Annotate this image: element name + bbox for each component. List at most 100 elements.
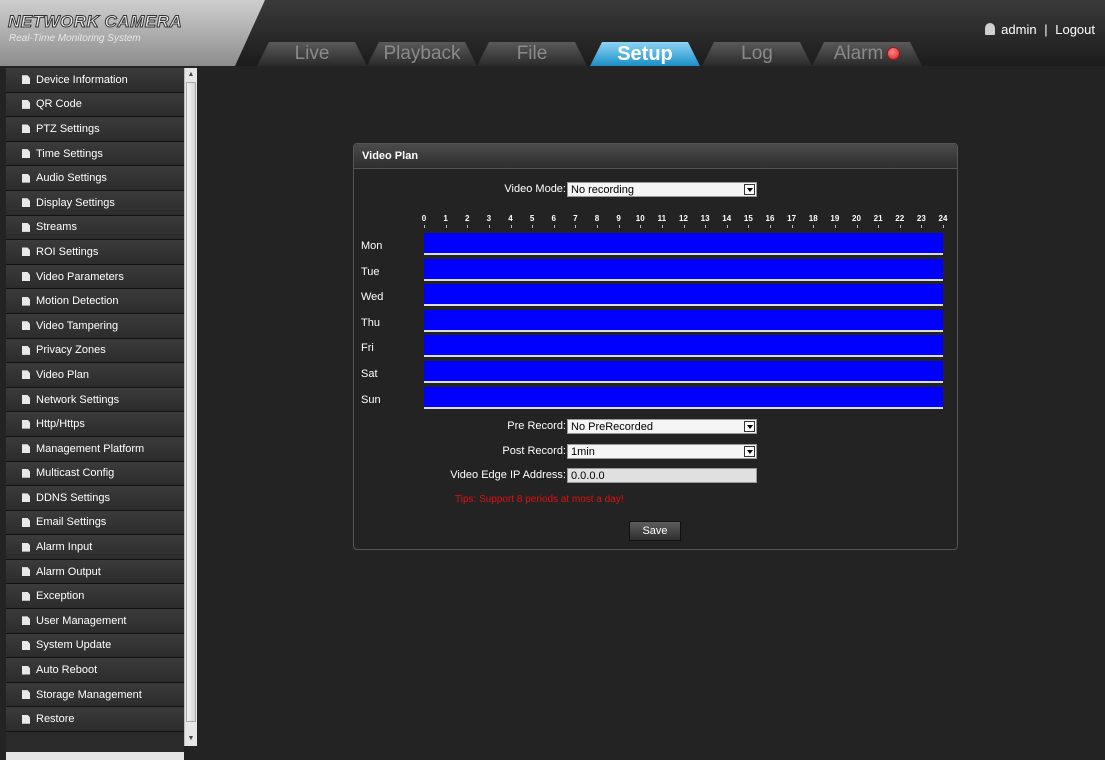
sidebar-item-ptz-settings[interactable]: PTZ Settings	[6, 117, 184, 142]
sidebar-item-qr-code[interactable]: QR Code	[6, 92, 184, 118]
schedule-bar-sun[interactable]	[424, 386, 943, 409]
hour-label: 18	[808, 214, 818, 223]
pre-record-label: Pre Record:	[507, 420, 566, 432]
edge-ip-row: Video Edge IP Address:	[354, 468, 959, 484]
schedule-grid[interactable]: Mon Tue Wed Thu Fri Sat Sun	[354, 232, 959, 409]
hour-tick	[705, 225, 707, 228]
hour-tick	[770, 225, 771, 228]
sidebar-horizontal-scrollbar[interactable]	[6, 752, 184, 760]
hour-tick	[661, 225, 663, 228]
hour-label: 24	[938, 214, 948, 223]
hour-label: 11	[657, 214, 667, 223]
panel-title: Video Plan	[354, 144, 957, 169]
hour-label: 4	[508, 214, 513, 223]
sidebar-item-management-platform[interactable]: Management Platform	[6, 436, 184, 462]
day-label-mon: Mon	[361, 240, 383, 252]
sidebar-item-device-information[interactable]: Device Information	[6, 68, 184, 93]
hour-tick	[597, 225, 598, 228]
logo-title: NETWORK CAMERA	[7, 12, 183, 32]
pre-record-select[interactable]: No PreRecorded	[567, 419, 757, 434]
pre-record-row: Pre Record: No PreRecorded	[354, 419, 959, 435]
chevron-down-icon[interactable]	[744, 421, 755, 432]
sidebar-item-storage-management[interactable]: Storage Management	[6, 682, 184, 708]
tab-file[interactable]: File	[477, 42, 587, 66]
sidebar-item-label: ROI Settings	[36, 245, 99, 258]
sidebar-item-streams[interactable]: Streams	[6, 215, 184, 241]
document-icon	[22, 345, 30, 355]
document-icon	[22, 567, 30, 577]
sidebar-item-video-parameters[interactable]: Video Parameters	[6, 264, 184, 290]
sidebar-item-label: Video Plan	[36, 368, 90, 381]
hour-tick	[791, 225, 793, 228]
sidebar-item-restore[interactable]: Restore	[6, 707, 184, 733]
document-icon	[22, 395, 30, 405]
day-label-fri: Fri	[361, 342, 374, 355]
hour-tick	[726, 225, 728, 228]
sidebar-item-email-settings[interactable]: Email Settings	[6, 510, 184, 536]
sidebar-item-user-management[interactable]: User Management	[6, 609, 184, 634]
sidebar-item-privacy-zones[interactable]: Privacy Zones	[6, 338, 184, 364]
tab-log[interactable]: Log	[702, 42, 812, 66]
post-record-select[interactable]: 1min	[567, 444, 757, 459]
video-mode-select[interactable]: No recording	[567, 182, 757, 197]
tab-playback[interactable]: Playback	[367, 42, 477, 66]
schedule-bar-wed[interactable]	[424, 284, 943, 307]
sidebar-item-auto-reboot[interactable]: Auto Reboot	[6, 658, 184, 683]
schedule-bar-fri[interactable]	[424, 335, 943, 358]
sidebar-item-alarm-input[interactable]: Alarm Input	[6, 535, 184, 560]
sidebar-item-label: System Update	[36, 639, 112, 652]
scroll-down-icon[interactable]: ▼	[185, 733, 197, 745]
sidebar-item-video-tampering[interactable]: Video Tampering	[6, 313, 184, 339]
hour-tick	[683, 225, 685, 228]
sidebar-item-audio-settings[interactable]: Audio Settings	[6, 166, 184, 191]
tab-setup[interactable]: Setup	[590, 42, 700, 66]
day-label-wed: Wed	[361, 291, 384, 304]
hour-scale: 0 1 2 3 4 5 6 7 8 9 10 11 12 13 14 15 16 17 18 19 20 21 22 23 24	[422, 214, 947, 230]
sidebar-item-roi-settings[interactable]: ROI Settings	[6, 240, 184, 265]
sidebar-item-ddns-settings[interactable]: DDNS Settings	[6, 486, 184, 511]
sidebar-item-system-update[interactable]: System Update	[6, 633, 184, 659]
sidebar-item-multicast-config[interactable]: Multicast Config	[6, 461, 184, 487]
hour-tick	[921, 225, 923, 228]
sidebar-item-label: QR Code	[36, 98, 82, 111]
user-area: admin | Logout	[985, 22, 1095, 37]
hour-label: 6	[551, 214, 556, 223]
hour-tick	[424, 225, 425, 228]
sidebar-scrollbar[interactable]: ▲ ▼	[184, 68, 197, 746]
schedule-bar-tue[interactable]	[424, 258, 943, 281]
chevron-down-icon[interactable]	[744, 184, 755, 195]
sidebar-item-http-https[interactable]: Http/Https	[6, 412, 184, 437]
top-header: NETWORK CAMERA Real-Time Monitoring Syst…	[0, 0, 1105, 66]
logout-link[interactable]: Logout	[1055, 22, 1095, 37]
sidebar-item-label: Http/Https	[36, 418, 85, 431]
document-icon	[22, 149, 30, 159]
day-label-sun: Sun	[361, 393, 381, 406]
hour-tick	[856, 225, 858, 228]
sidebar-item-label: Storage Management	[36, 688, 142, 701]
tab-live[interactable]: Live	[257, 42, 367, 66]
chevron-down-icon[interactable]	[744, 446, 755, 457]
tab-alarm[interactable]: Alarm	[812, 42, 922, 66]
sidebar-item-network-settings[interactable]: Network Settings	[6, 387, 184, 413]
scrollbar-thumb[interactable]	[186, 82, 196, 722]
sidebar-item-exception[interactable]: Exception	[6, 584, 184, 610]
sidebar-item-display-settings[interactable]: Display Settings	[6, 190, 184, 216]
sidebar-item-motion-detection[interactable]: Motion Detection	[6, 289, 184, 314]
sidebar-item-video-plan[interactable]: Video Plan	[6, 363, 184, 388]
schedule-bar-mon[interactable]	[424, 233, 943, 255]
schedule-bar-sat[interactable]	[424, 361, 943, 383]
video-mode-label: Video Mode:	[504, 183, 566, 195]
document-icon	[22, 714, 30, 724]
edge-ip-input[interactable]	[567, 468, 757, 483]
schedule-bar-thu[interactable]	[424, 309, 943, 332]
hour-label: 23	[916, 214, 926, 223]
document-icon	[22, 591, 30, 601]
scroll-up-icon[interactable]: ▲	[185, 69, 197, 81]
sidebar-item-label: Time Settings	[36, 147, 103, 160]
hour-label: 9	[616, 214, 621, 223]
sidebar-item-alarm-output[interactable]: Alarm Output	[6, 559, 184, 585]
sidebar-item-label: Exception	[36, 590, 85, 603]
sidebar-item-time-settings[interactable]: Time Settings	[6, 141, 184, 167]
hour-tick	[445, 225, 447, 228]
save-button[interactable]: Save	[629, 521, 681, 541]
